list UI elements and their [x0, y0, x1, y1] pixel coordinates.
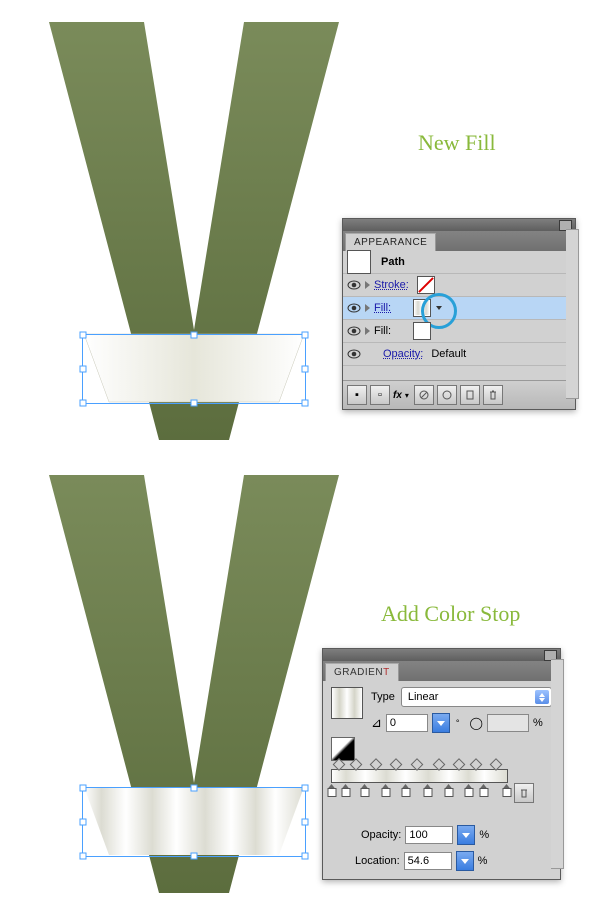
- location-unit: %: [478, 855, 488, 867]
- fill-row-1[interactable]: Fill:: [343, 297, 575, 320]
- panel-footer: ▪ ▫ fx▾: [343, 380, 575, 409]
- visibility-icon[interactable]: [347, 324, 361, 338]
- gradient-stop[interactable]: [480, 784, 489, 796]
- stroke-swatch-none[interactable]: [417, 276, 435, 294]
- opacity-value: Default: [431, 348, 466, 360]
- fill-label-2: Fill:: [374, 325, 391, 337]
- visibility-icon[interactable]: [347, 301, 361, 315]
- angle-input[interactable]: 0: [386, 714, 428, 732]
- expand-icon[interactable]: [365, 327, 370, 335]
- gradient-stop[interactable]: [445, 784, 454, 796]
- stroke-label[interactable]: Stroke:: [374, 279, 409, 291]
- gradient-thumb[interactable]: [331, 687, 363, 719]
- gradient-stop[interactable]: [328, 784, 337, 796]
- angle-icon: ⊿: [371, 715, 382, 731]
- gradient-stop[interactable]: [342, 784, 351, 796]
- expand-icon[interactable]: [365, 281, 370, 289]
- tab-appearance[interactable]: APPEARANCE: [345, 233, 436, 251]
- label-new-fill: New Fill: [418, 130, 496, 156]
- swatch-dropdown-icon[interactable]: [436, 306, 442, 310]
- fill-row-2[interactable]: Fill:: [343, 320, 575, 343]
- gradient-slider[interactable]: [331, 769, 508, 783]
- panel-titlebar[interactable]: [323, 649, 560, 661]
- aspect-unit: %: [533, 717, 543, 729]
- location-label: Location:: [355, 855, 400, 867]
- stroke-row[interactable]: Stroke:: [343, 274, 575, 297]
- opacity-unit: %: [479, 829, 489, 841]
- path-label: Path: [381, 256, 405, 268]
- clear-button[interactable]: [414, 385, 434, 405]
- opacity-input[interactable]: 100: [405, 826, 453, 844]
- aspect-icon: ◯: [470, 716, 483, 730]
- fill-swatch-white[interactable]: [413, 322, 431, 340]
- label-add-color-stop: Add Color Stop: [381, 601, 520, 627]
- reverse-gradient-button[interactable]: [331, 737, 355, 761]
- fill-swatch-gradient[interactable]: [413, 299, 431, 317]
- path-row: Path: [343, 251, 575, 274]
- angle-dropdown[interactable]: [432, 713, 450, 733]
- new-button[interactable]: [460, 385, 480, 405]
- delete-stop-button[interactable]: [514, 783, 534, 803]
- selection-bbox-top[interactable]: [82, 334, 306, 404]
- dup-button[interactable]: [437, 385, 457, 405]
- gradient-stop[interactable]: [424, 784, 433, 796]
- tab-gradient[interactable]: GRADIENT: [325, 663, 399, 681]
- aspect-input: [487, 714, 529, 732]
- gradient-stop[interactable]: [464, 784, 473, 796]
- gradient-stop[interactable]: [361, 784, 370, 796]
- location-dropdown[interactable]: [456, 851, 474, 871]
- appearance-panel: APPEARANCE Path Stroke: Fill: Fill:: [342, 218, 576, 410]
- path-thumb: [347, 250, 371, 274]
- gradient-stop[interactable]: [401, 784, 410, 796]
- selection-bbox-bottom[interactable]: [82, 787, 306, 857]
- opacity-dropdown[interactable]: [457, 825, 475, 845]
- new-stroke-button[interactable]: ▫: [370, 385, 390, 405]
- type-select[interactable]: Linear: [401, 687, 552, 707]
- trash-button[interactable]: [483, 385, 503, 405]
- visibility-icon[interactable]: [347, 278, 361, 292]
- opacity-label[interactable]: Opacity:: [383, 348, 423, 360]
- gradient-panel: GRADIENT Type Linear ⊿ 0 ° ◯ %: [322, 648, 561, 880]
- gradient-stop[interactable]: [503, 784, 512, 796]
- fill-label[interactable]: Fill:: [374, 302, 391, 314]
- visibility-icon[interactable]: [347, 347, 361, 361]
- expand-icon[interactable]: [365, 304, 370, 312]
- opacity-row[interactable]: Opacity: Default: [343, 343, 575, 366]
- type-label: Type: [371, 691, 395, 703]
- location-input[interactable]: 54.6: [404, 852, 452, 870]
- panel-titlebar[interactable]: [343, 219, 575, 231]
- gradient-stop[interactable]: [382, 784, 391, 796]
- opacity-label: Opacity:: [361, 829, 401, 841]
- new-art-button[interactable]: ▪: [347, 385, 367, 405]
